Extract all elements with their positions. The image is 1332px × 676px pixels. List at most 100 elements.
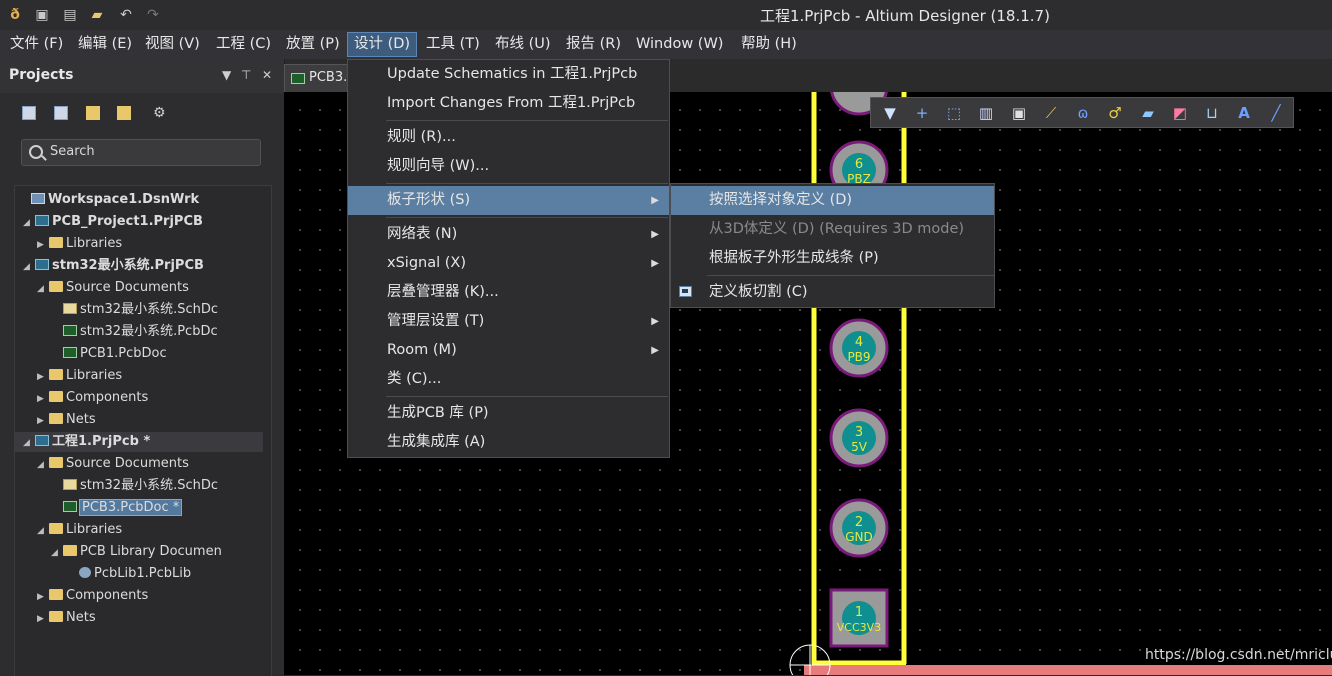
collapse-arrow-icon[interactable]: ◢ (51, 543, 63, 563)
menu-netlist[interactable]: 网络表 (N) ▶ (348, 220, 669, 249)
expand-arrow-icon[interactable]: ▶ (37, 411, 49, 431)
pad-net-label: 5V (851, 440, 868, 454)
tree-item[interactable]: PCB1.PcbDoc (15, 344, 263, 364)
menu-separator (386, 396, 668, 397)
tree-item[interactable]: Workspace1.DsnWrk (15, 190, 263, 210)
collapse-arrow-icon[interactable]: ◢ (37, 279, 49, 299)
gear-icon[interactable]: ⚙ (153, 106, 167, 120)
search-input[interactable]: Search (21, 139, 261, 166)
save-icon[interactable]: ▣ (32, 5, 52, 25)
tree-item[interactable]: ◢ Source Documents (15, 278, 263, 298)
menu-window[interactable]: Window (W) (630, 33, 729, 56)
tree-item[interactable]: stm32最小系统.SchDc (15, 300, 263, 320)
collapse-arrow-icon[interactable]: ◢ (37, 521, 49, 541)
menu-define-from-3d[interactable]: 从3D体定义 (D) (Requires 3D mode) (671, 215, 994, 244)
menu-layer-stack-manager[interactable]: 层叠管理器 (K)... (348, 278, 669, 307)
menu-classes[interactable]: 类 (C)... (348, 365, 669, 394)
tree-item[interactable]: ▶ Libraries (15, 234, 263, 254)
expand-arrow-icon[interactable]: ▶ (37, 389, 49, 409)
menu-make-pcb-library[interactable]: 生成PCB 库 (P) (348, 399, 669, 428)
menu-rules[interactable]: 规则 (R)... (348, 123, 669, 152)
tree-item[interactable]: ▶ Libraries (15, 366, 263, 386)
menu-file[interactable]: 文件 (F) (4, 33, 69, 56)
line-icon[interactable]: ╱ (1267, 104, 1285, 122)
menu-rule-wizard[interactable]: 规则向导 (W)... (348, 152, 669, 181)
tab-label: PCB3.I (309, 70, 352, 85)
tree-item[interactable]: PcbLib1.PcbLib (15, 564, 263, 584)
save-icon[interactable] (22, 106, 36, 120)
collapse-arrow-icon[interactable]: ◢ (23, 433, 35, 453)
menu-project[interactable]: 工程 (C) (210, 33, 277, 56)
folder-settings-icon[interactable] (117, 106, 131, 120)
tree-item[interactable]: ◢ PCB_Project1.PrjPCB (15, 212, 263, 232)
menu-board-shape[interactable]: 板子形状 (S) ▶ (348, 186, 669, 215)
tree-item[interactable]: ◢ 工程1.PrjPcb * (15, 432, 263, 452)
window-title: 工程1.PrjPcb - Altium Designer (18.1.7) (760, 7, 1050, 25)
undo-icon[interactable]: ↶ (116, 5, 136, 25)
panel-menu-icon[interactable]: ▼ (222, 68, 231, 82)
menu-update-schematics[interactable]: Update Schematics in 工程1.PrjPcb (348, 60, 669, 89)
menu-help[interactable]: 帮助 (H) (735, 33, 803, 56)
tree-item[interactable]: ◢ Source Documents (15, 454, 263, 474)
select-rect-icon[interactable]: ⬚ (945, 104, 963, 122)
tree-item-label: Source Documents (66, 456, 189, 471)
pin-icon[interactable]: ⊤ (241, 68, 251, 82)
menu-separator (386, 120, 668, 121)
board-shape-submenu: 按照选择对象定义 (D) 从3D体定义 (D) (Requires 3D mod… (670, 183, 995, 308)
save-all-icon[interactable]: ▤ (60, 5, 80, 25)
cross-icon[interactable]: + (913, 104, 931, 122)
dimension-icon[interactable]: ⊔ (1203, 104, 1221, 122)
expand-arrow-icon[interactable]: ▶ (37, 235, 49, 255)
tree-item[interactable]: ▶ Nets (15, 608, 263, 628)
diff-pair-icon[interactable]: ɷ (1074, 104, 1092, 122)
redo-icon[interactable]: ↷ (143, 5, 163, 25)
expand-arrow-icon[interactable]: ▶ (37, 587, 49, 607)
menu-manage-layer-sets[interactable]: 管理层设置 (T) ▶ (348, 307, 669, 336)
tree-item[interactable]: stm32最小系统.SchDc (15, 476, 263, 496)
tab-pcb3[interactable]: PCB3.I (284, 64, 352, 92)
tree-item[interactable]: stm32最小系统.PcbDc (15, 322, 263, 342)
text-icon[interactable]: A (1235, 104, 1253, 122)
menu-route[interactable]: 布线 (U) (489, 33, 557, 56)
filter-icon[interactable]: ▼ (881, 104, 899, 122)
route-icon[interactable]: ⟋ (1042, 104, 1060, 122)
menu-separator (707, 275, 994, 276)
menu-place[interactable]: 放置 (P) (280, 33, 346, 56)
close-icon[interactable]: ✕ (262, 68, 272, 82)
open-folder-icon[interactable] (86, 106, 100, 120)
menu-edit[interactable]: 编辑 (E) (72, 33, 138, 56)
via-icon[interactable]: ♂ (1106, 104, 1124, 122)
expand-arrow-icon[interactable]: ▶ (37, 609, 49, 629)
tree-item[interactable]: ◢ stm32最小系统.PrjPCB (15, 256, 263, 276)
collapse-arrow-icon[interactable]: ◢ (23, 257, 35, 277)
sch-icon (63, 303, 77, 314)
tree-item[interactable]: PCB3.PcbDoc * (15, 498, 263, 518)
tree-item[interactable]: ◢ Libraries (15, 520, 263, 540)
tree-item[interactable]: ▶ Components (15, 586, 263, 606)
menu-make-integrated-library[interactable]: 生成集成库 (A) (348, 428, 669, 457)
menu-view[interactable]: 视图 (V) (139, 33, 206, 56)
keepout-icon[interactable]: ◩ (1171, 104, 1189, 122)
menu-room[interactable]: Room (M) ▶ (348, 336, 669, 365)
component-icon[interactable]: ▣ (1010, 104, 1028, 122)
align-icon[interactable]: ▥ (977, 104, 995, 122)
menu-define-board-cutout[interactable]: 定义板切割 (C) (671, 278, 994, 307)
menu-import-changes[interactable]: Import Changes From 工程1.PrjPcb (348, 89, 669, 118)
expand-arrow-icon[interactable]: ▶ (37, 367, 49, 387)
menu-reports[interactable]: 报告 (R) (560, 33, 627, 56)
collapse-arrow-icon[interactable]: ◢ (23, 213, 35, 233)
polygon-icon[interactable]: ▰ (1139, 104, 1157, 122)
menu-xsignal[interactable]: xSignal (X) ▶ (348, 249, 669, 278)
menu-tools[interactable]: 工具 (T) (420, 33, 486, 56)
tree-item[interactable]: ▶ Components (15, 388, 263, 408)
open-folder-icon[interactable]: ▰ (87, 5, 107, 25)
tree-item[interactable]: ▶ Nets (15, 410, 263, 430)
sch-icon (63, 479, 77, 490)
menu-design[interactable]: 设计 (D) (346, 32, 418, 57)
projects-panel: Projects ▼ ⊤ ✕ ⚙ Search Workspace1.DsnWr… (0, 59, 285, 676)
tree-item[interactable]: ◢ PCB Library Documen (15, 542, 263, 562)
menu-define-from-selected[interactable]: 按照选择对象定义 (D) (671, 186, 994, 215)
collapse-arrow-icon[interactable]: ◢ (37, 455, 49, 475)
menu-create-primitives-from-shape[interactable]: 根据板子外形生成线条 (P) (671, 244, 994, 273)
save-all-icon[interactable] (54, 106, 68, 120)
